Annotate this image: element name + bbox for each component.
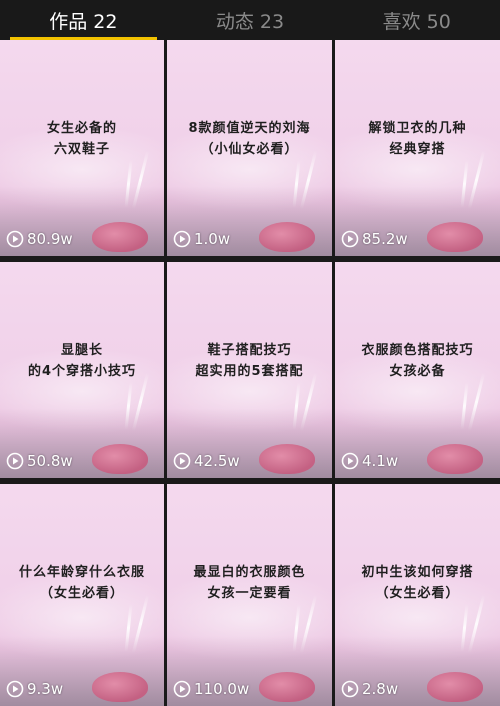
play-count: 9.3w [6,680,63,698]
video-caption: 最显白的衣服颜色 女孩一定要看 [173,562,326,604]
play-count-value: 1.0w [194,230,231,248]
caption-line: 最显白的衣服颜色 [193,565,306,580]
tab-works[interactable]: 作品 22 [0,0,167,40]
petal-decor [427,444,483,474]
caption-line: 解锁卫衣的几种 [368,121,467,136]
tab-likes[interactable]: 喜欢 50 [333,0,500,40]
play-count-value: 50.8w [27,452,73,470]
video-thumbnail[interactable]: 女生必备的 六双鞋子 80.9w [0,40,164,256]
play-circle-icon [173,452,191,470]
caption-line: 什么年龄穿什么衣服 [18,565,145,580]
caption-line: 六双鞋子 [53,142,110,157]
caption-line: （女生必看） [39,586,124,601]
video-caption: 衣服颜色搭配技巧 女孩必备 [341,340,494,382]
play-circle-icon [6,680,24,698]
play-count: 85.2w [341,230,408,248]
video-thumbnail[interactable]: 解锁卫衣的几种 经典穿搭 85.2w [335,40,500,256]
petal-decor [92,222,148,252]
play-circle-icon [173,680,191,698]
caption-line: 女生必备的 [46,121,117,136]
play-circle-icon [6,452,24,470]
video-thumbnail[interactable]: 鞋子搭配技巧 超实用的5套搭配 42.5w [167,262,332,478]
play-circle-icon [173,230,191,248]
play-count-value: 80.9w [27,230,73,248]
play-count: 1.0w [173,230,230,248]
play-count-value: 9.3w [27,680,64,698]
petal-decor [427,222,483,252]
play-count-value: 110.0w [194,680,250,698]
tab-activity-label: 动态 23 [215,10,285,33]
caption-line: 的4个穿搭小技巧 [27,364,137,379]
profile-tab-bar: 作品 22 动态 23 喜欢 50 [0,0,500,40]
caption-line: 女孩必备 [389,364,446,379]
tab-activity[interactable]: 动态 23 [167,0,334,40]
play-count: 2.8w [341,680,398,698]
video-caption: 鞋子搭配技巧 超实用的5套搭配 [173,340,326,382]
play-count-value: 2.8w [362,680,399,698]
play-count: 4.1w [341,452,398,470]
play-circle-icon [6,230,24,248]
video-caption: 女生必备的 六双鞋子 [6,118,158,160]
video-thumbnail[interactable]: 显腿长 的4个穿搭小技巧 50.8w [0,262,164,478]
caption-line: 鞋子搭配技巧 [207,343,292,358]
tab-likes-label: 喜欢 50 [382,10,451,33]
caption-line: （女生必看） [375,586,460,601]
play-count: 80.9w [6,230,73,248]
play-count: 42.5w [173,452,240,470]
video-caption: 解锁卫衣的几种 经典穿搭 [341,118,494,160]
caption-line: 显腿长 [60,343,103,358]
petal-decor [92,672,148,702]
video-thumbnail[interactable]: 什么年龄穿什么衣服 （女生必看） 9.3w [0,484,164,706]
caption-line: 衣服颜色搭配技巧 [361,343,474,358]
petal-decor [259,444,315,474]
petal-decor [259,222,315,252]
play-count: 110.0w [173,680,249,698]
video-thumbnail[interactable]: 最显白的衣服颜色 女孩一定要看 110.0w [167,484,332,706]
video-caption: 初中生该如何穿搭 （女生必看） [341,562,494,604]
video-caption: 显腿长 的4个穿搭小技巧 [6,340,158,382]
petal-decor [427,672,483,702]
video-thumbnail[interactable]: 8款颜值逆天的刘海 （小仙女必看） 1.0w [167,40,332,256]
video-caption: 8款颜值逆天的刘海 （小仙女必看） [173,118,326,160]
caption-line: （小仙女必看） [200,142,299,157]
play-circle-icon [341,230,359,248]
video-thumbnail[interactable]: 衣服颜色搭配技巧 女孩必备 4.1w [335,262,500,478]
caption-line: 初中生该如何穿搭 [361,565,474,580]
caption-line: 超实用的5套搭配 [195,364,304,379]
play-circle-icon [341,452,359,470]
play-circle-icon [341,680,359,698]
play-count-value: 42.5w [194,452,240,470]
caption-line: 8款颜值逆天的刘海 [188,121,311,136]
petal-decor [92,444,148,474]
video-thumbnail[interactable]: 初中生该如何穿搭 （女生必看） 2.8w [335,484,500,706]
tab-works-label: 作品 22 [49,10,118,33]
caption-line: 女孩一定要看 [207,586,292,601]
video-caption: 什么年龄穿什么衣服 （女生必看） [6,562,158,604]
video-grid: 女生必备的 六双鞋子 80.9w 8款颜值逆天的刘海 （小仙女必看） 1.0w … [0,40,500,706]
play-count-value: 85.2w [362,230,408,248]
caption-line: 经典穿搭 [389,142,446,157]
play-count: 50.8w [6,452,73,470]
play-count-value: 4.1w [362,452,399,470]
petal-decor [259,672,315,702]
